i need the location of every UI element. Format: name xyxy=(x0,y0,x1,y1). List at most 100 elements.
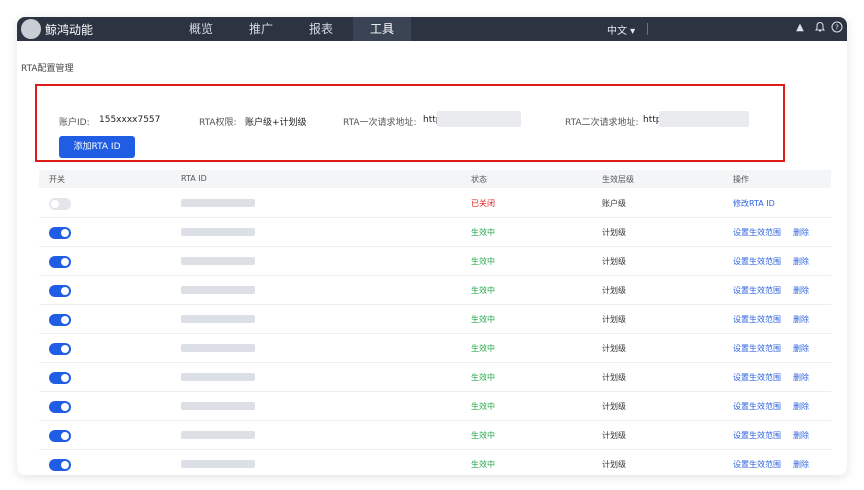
table-row: 生效中 计划级 设置生效范围 删除 xyxy=(39,275,831,305)
table-row: 生效中 计划级 设置生效范围 删除 xyxy=(39,333,831,363)
redacted-rta-id xyxy=(181,257,255,265)
set-scope-link[interactable]: 设置生效范围 xyxy=(733,459,781,470)
set-scope-link[interactable]: 设置生效范围 xyxy=(733,430,781,441)
level-text: 计划级 xyxy=(602,402,626,411)
table-row: 生效中 计划级 设置生效范围 删除 xyxy=(39,391,831,421)
table-row: 生效中 计划级 设置生效范围 删除 xyxy=(39,449,831,475)
header-status: 状态 xyxy=(471,175,487,184)
enable-toggle[interactable] xyxy=(49,343,71,355)
enable-toggle[interactable] xyxy=(49,372,71,384)
set-scope-link[interactable]: 设置生效范围 xyxy=(733,343,781,354)
app-window: 鲸鸿动能 概览 推广 报表 工具 中文 ▾ ▲ ? RTA配置管理 账户ID: … xyxy=(17,17,847,475)
enable-toggle[interactable] xyxy=(49,227,71,239)
redacted-url-1 xyxy=(437,111,521,127)
enable-toggle[interactable] xyxy=(49,314,71,326)
delete-link[interactable]: 删除 xyxy=(793,256,809,267)
enable-toggle[interactable] xyxy=(49,198,71,210)
table-row: 生效中 计划级 设置生效范围 删除 xyxy=(39,362,831,392)
delete-link[interactable]: 删除 xyxy=(793,401,809,412)
delete-link[interactable]: 删除 xyxy=(793,430,809,441)
toggle-knob xyxy=(61,403,69,411)
table-row: 已关闭 账户级 修改RTA ID xyxy=(39,188,831,218)
redacted-rta-id xyxy=(181,286,255,294)
rta-permission-value: 账户级+计划级 xyxy=(245,118,307,128)
enable-toggle[interactable] xyxy=(49,459,71,471)
toggle-knob xyxy=(61,374,69,382)
set-scope-link[interactable]: 设置生效范围 xyxy=(733,227,781,238)
rta-info-panel: 账户ID: 155xxxx7557 RTA权限: 账户级+计划级 RTA一次请求… xyxy=(35,84,785,162)
header-switch: 开关 xyxy=(49,175,65,184)
level-text: 计划级 xyxy=(602,257,626,266)
delete-link[interactable]: 删除 xyxy=(793,227,809,238)
top-navigation-bar: 鲸鸿动能 概览 推广 报表 工具 中文 ▾ ▲ ? xyxy=(17,17,847,41)
toggle-knob xyxy=(61,258,69,266)
delete-link[interactable]: 删除 xyxy=(793,285,809,296)
set-scope-link[interactable]: 设置生效范围 xyxy=(733,285,781,296)
nav-reports[interactable]: 报表 xyxy=(295,17,347,41)
svg-text:?: ? xyxy=(835,24,839,32)
toggle-knob xyxy=(61,229,69,237)
level-text: 计划级 xyxy=(602,431,626,440)
delete-link[interactable]: 删除 xyxy=(793,343,809,354)
add-rta-id-button[interactable]: 添加RTA ID xyxy=(59,136,135,158)
caret-up-icon[interactable]: ▲ xyxy=(793,21,807,35)
status-text: 生效中 xyxy=(471,402,495,411)
table-row: 生效中 计划级 设置生效范围 删除 xyxy=(39,217,831,247)
enable-toggle[interactable] xyxy=(49,430,71,442)
level-text: 计划级 xyxy=(602,460,626,469)
status-text: 生效中 xyxy=(471,344,495,353)
redacted-rta-id xyxy=(181,431,255,439)
level-text: 账户级 xyxy=(602,199,626,208)
page-title: RTA配置管理 xyxy=(21,64,74,74)
delete-link[interactable]: 删除 xyxy=(793,314,809,325)
nav-promotion[interactable]: 推广 xyxy=(235,17,287,41)
redacted-rta-id xyxy=(181,460,255,468)
bell-icon[interactable] xyxy=(813,21,827,35)
redacted-url-2 xyxy=(659,111,749,127)
enable-toggle[interactable] xyxy=(49,256,71,268)
status-text: 生效中 xyxy=(471,228,495,237)
account-id-label: 账户ID: xyxy=(59,118,90,128)
help-icon[interactable]: ? xyxy=(830,21,844,35)
status-text: 生效中 xyxy=(471,315,495,324)
brand-name: 鲸鸿动能 xyxy=(45,23,94,37)
level-text: 计划级 xyxy=(602,373,626,382)
table-row: 生效中 计划级 设置生效范围 删除 xyxy=(39,246,831,276)
enable-toggle[interactable] xyxy=(49,401,71,413)
table-row: 生效中 计划级 设置生效范围 删除 xyxy=(39,420,831,450)
status-text: 生效中 xyxy=(471,257,495,266)
delete-link[interactable]: 删除 xyxy=(793,459,809,470)
nav-tools[interactable]: 工具 xyxy=(353,17,411,41)
redacted-rta-id xyxy=(181,199,255,207)
toggle-knob xyxy=(61,432,69,440)
language-selector[interactable]: 中文 ▾ xyxy=(607,22,635,37)
account-id-value: 155xxxx7557 xyxy=(99,115,161,125)
rta-second-url-label: RTA二次请求地址: xyxy=(565,118,639,128)
nav-overview[interactable]: 概览 xyxy=(175,17,227,41)
set-scope-link[interactable]: 设置生效范围 xyxy=(733,401,781,412)
enable-toggle[interactable] xyxy=(49,285,71,297)
header-rta-id: RTA ID xyxy=(181,174,207,183)
set-scope-link[interactable]: 设置生效范围 xyxy=(733,372,781,383)
table-row: 生效中 计划级 设置生效范围 删除 xyxy=(39,304,831,334)
redacted-rta-id xyxy=(181,373,255,381)
level-text: 计划级 xyxy=(602,286,626,295)
header-level: 生效层级 xyxy=(602,175,634,184)
table-header: 开关 RTA ID 状态 生效层级 操作 xyxy=(39,170,831,188)
toggle-knob xyxy=(61,316,69,324)
toggle-knob xyxy=(61,345,69,353)
edit-rta-id-link[interactable]: 修改RTA ID xyxy=(733,198,775,209)
status-text: 生效中 xyxy=(471,286,495,295)
delete-link[interactable]: 删除 xyxy=(793,372,809,383)
level-text: 计划级 xyxy=(602,344,626,353)
redacted-rta-id xyxy=(181,315,255,323)
status-text: 生效中 xyxy=(471,431,495,440)
toggle-knob xyxy=(61,461,69,469)
toggle-knob xyxy=(51,200,59,208)
level-text: 计划级 xyxy=(602,315,626,324)
set-scope-link[interactable]: 设置生效范围 xyxy=(733,314,781,325)
nav-divider xyxy=(647,23,648,35)
status-text: 生效中 xyxy=(471,460,495,469)
set-scope-link[interactable]: 设置生效范围 xyxy=(733,256,781,267)
brand-logo xyxy=(21,19,41,39)
